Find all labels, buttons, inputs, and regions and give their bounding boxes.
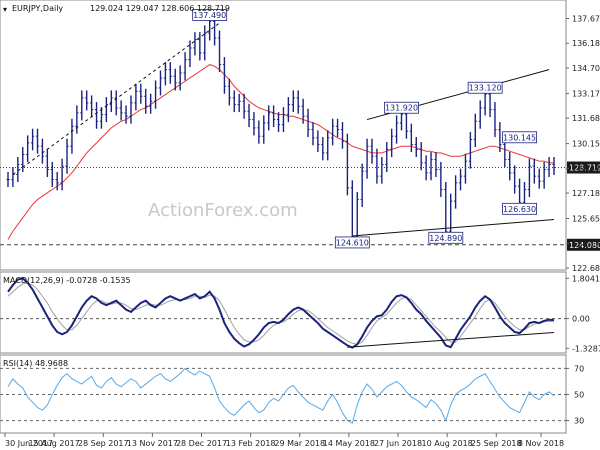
price-ytick-label: 133.170 <box>572 89 600 98</box>
x-tick-label: 25 Sep 2018 <box>471 439 522 448</box>
macd-ytick-label: -1.3287 <box>572 344 600 353</box>
annotation-label: 124.610 <box>336 238 369 247</box>
price-ytick-label: 128.670 <box>572 164 600 173</box>
x-tick-label: 28 Dec 2017 <box>176 439 227 448</box>
x-tick-label: 10 Aug 2018 <box>422 439 473 448</box>
x-tick-label: 29 Mar 2018 <box>274 439 325 448</box>
price-annotation: 126.630 <box>502 202 537 215</box>
x-tick-label: 8 Nov 2018 <box>518 439 564 448</box>
watermark: ActionForex.com <box>148 200 298 221</box>
rsi-ytick-label: 50 <box>574 391 584 400</box>
price-annotation: 124.890 <box>428 231 464 244</box>
macd-ytick-label: 0.00 <box>572 315 590 324</box>
forex-chart: ActionForex.com 128.719124.080 137.49013… <box>0 0 600 450</box>
price-ytick-label: 137.670 <box>572 14 600 23</box>
price-annotation: 124.610 <box>334 236 370 249</box>
x-tick-label: 14 May 2018 <box>323 439 375 448</box>
price-annotation: 130.145 <box>502 131 537 144</box>
chart-header: ▾ EURJPY,Daily 129.024 129.047 128.606 1… <box>3 4 230 14</box>
x-tick-label: 13 Feb 2018 <box>226 439 276 448</box>
macd-title: MACD(12,26,9) -0.0728 -0.1535 <box>3 276 131 285</box>
rsi-title: RSI(14) 48.9688 <box>3 359 68 368</box>
price-ytick-label: 130.155 <box>572 140 600 149</box>
price-annotation: 133.120 <box>467 81 503 94</box>
annotation-label: 126.630 <box>503 205 536 214</box>
price-ytick-label: 131.685 <box>572 114 600 123</box>
price-ytick-label: 125.655 <box>572 215 600 224</box>
x-tick-label: 13 Nov 2017 <box>127 439 178 448</box>
x-tick-label: 27 Jun 2018 <box>374 439 422 448</box>
annotation-label: 133.120 <box>469 84 502 93</box>
price-ytick-label: 127.185 <box>572 189 600 198</box>
price-ytick-label: 134.700 <box>572 64 600 73</box>
x-tick-label: 15 Aug 2017 <box>29 439 80 448</box>
annotation-label: 131.920 <box>385 104 418 113</box>
macd-ytick-label: 1.8041 <box>572 274 600 283</box>
annotation-label: 130.145 <box>503 133 536 142</box>
price-ytick-label: 122.685 <box>572 264 600 273</box>
header-ohlc: 129.024 129.047 128.606 128.719 <box>90 4 230 13</box>
rsi-ytick-label: 30 <box>574 417 584 426</box>
price-ytick-label: 124.170 <box>572 239 600 248</box>
header-symbol: EURJPY,Daily <box>12 4 63 13</box>
rsi-ytick-label: 70 <box>574 364 584 373</box>
price-ytick-label: 136.185 <box>572 39 600 48</box>
annotation-label: 124.890 <box>429 234 462 243</box>
x-tick-label: 28 Sep 2017 <box>78 439 129 448</box>
header-pin-icon: ▾ <box>3 5 7 14</box>
price-annotation: 131.920 <box>384 101 419 114</box>
